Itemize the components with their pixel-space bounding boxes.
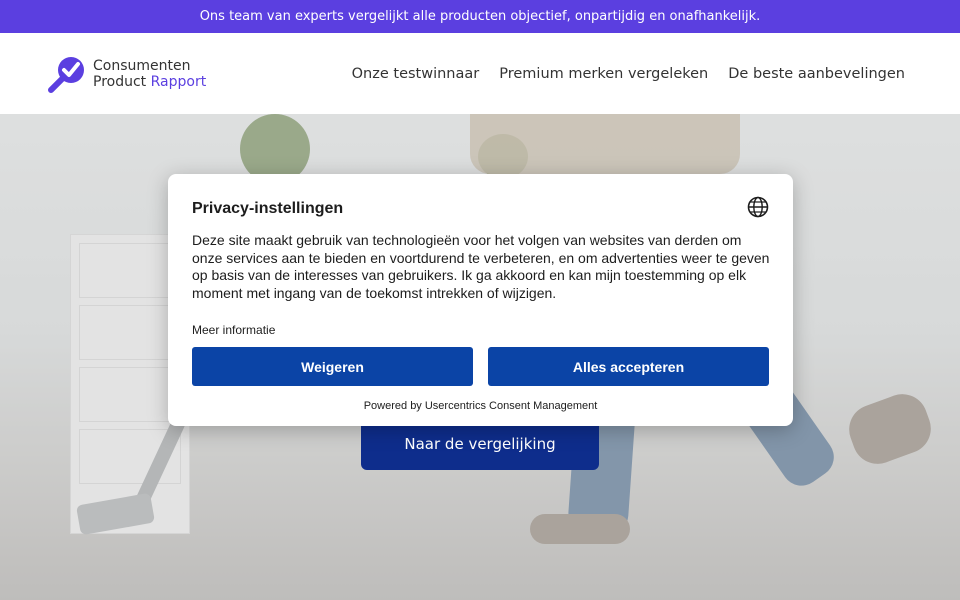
- nav-item-premium-merken[interactable]: Premium merken vergeleken: [499, 66, 708, 82]
- logo-text: Consumenten Product Rapport: [93, 58, 206, 90]
- logo-line-1: Consumenten: [93, 57, 191, 74]
- main-nav: Onze testwinnaar Premium merken vergelek…: [352, 66, 905, 82]
- announcement-text: Ons team van experts vergelijkt alle pro…: [199, 9, 761, 24]
- consent-buttons: Weigeren Alles accepteren: [192, 347, 769, 386]
- magnifier-check-icon: [48, 56, 84, 93]
- globe-icon[interactable]: [747, 196, 769, 218]
- nav-item-testwinnaar[interactable]: Onze testwinnaar: [352, 66, 480, 82]
- accept-all-button[interactable]: Alles accepteren: [488, 347, 769, 386]
- consent-body: Deze site maakt gebruik van technologieë…: [192, 232, 770, 301]
- more-info-link[interactable]: Meer informatie: [192, 323, 275, 337]
- deny-button[interactable]: Weigeren: [192, 347, 473, 386]
- consent-title: Privacy-instellingen: [192, 200, 344, 217]
- announcement-bar: Ons team van experts vergelijkt alle pro…: [0, 0, 960, 33]
- site-header: Consumenten Product Rapport Onze testwin…: [0, 33, 960, 114]
- consent-dialog: Privacy-instellingen Deze site maakt geb…: [168, 174, 793, 426]
- nav-item-aanbevelingen[interactable]: De beste aanbevelingen: [728, 66, 905, 82]
- site-logo[interactable]: Consumenten Product Rapport: [47, 54, 206, 94]
- logo-line-2-a: Product: [93, 73, 151, 90]
- powered-by-text: Powered by Usercentrics Consent Manageme…: [363, 400, 598, 412]
- logo-line-2-b: Rapport: [150, 73, 207, 90]
- logo-line-2: Product Rapport: [93, 74, 206, 90]
